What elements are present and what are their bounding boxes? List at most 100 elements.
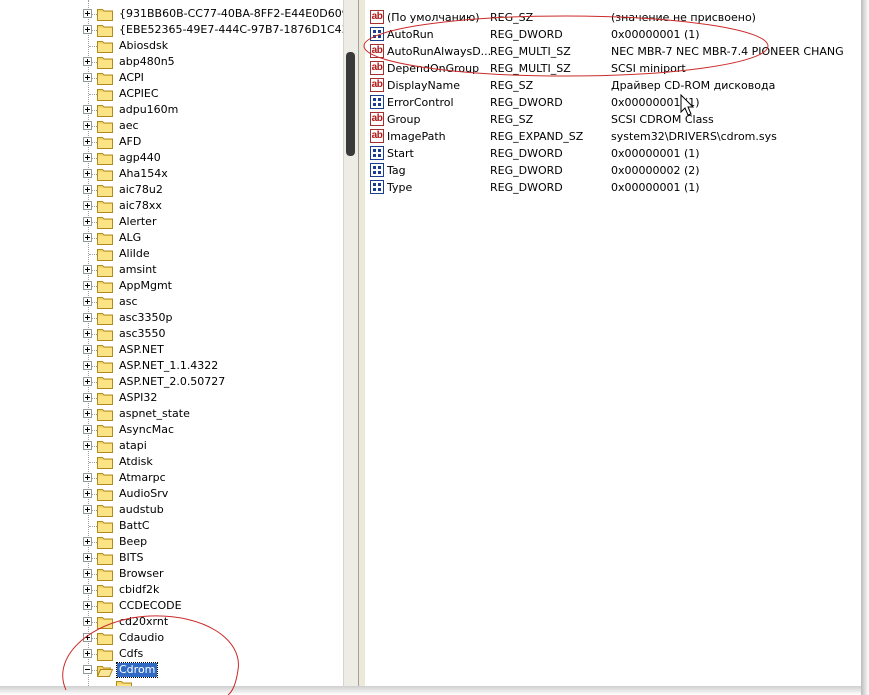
expand-icon[interactable]: [83, 393, 92, 402]
registry-values-list[interactable]: ab (По умолчанию) REG_SZ (значение не присв…: [365, 0, 861, 686]
value-row[interactable]: Tag REG_DWORD 0x00000002 (2): [365, 162, 861, 179]
tree-item[interactable]: AudioSrv: [0, 486, 343, 502]
tree-item-label[interactable]: Cdfs: [117, 647, 145, 661]
tree-item-label[interactable]: ASP.NET_1.1.4322: [117, 359, 220, 373]
expand-icon[interactable]: [83, 345, 92, 354]
value-row[interactable]: Type REG_DWORD 0x00000001 (1): [365, 179, 861, 196]
tree-item[interactable]: ALG: [0, 230, 343, 246]
expand-icon[interactable]: [83, 121, 92, 130]
tree-item[interactable]: {931BB60B-CC77-40BA-8FF2-E44E0D609821}: [0, 6, 343, 22]
tree-item[interactable]: Cdrom: [0, 662, 343, 678]
value-row[interactable]: ab DisplayName REG_SZ Драйвер CD-ROM дисков…: [365, 77, 861, 94]
tree-item-label[interactable]: Atmarpc: [117, 471, 168, 485]
tree-item[interactable]: CCDECODE: [0, 598, 343, 614]
expand-icon[interactable]: [83, 201, 92, 210]
tree-item-label[interactable]: CCDECODE: [117, 599, 184, 613]
tree-item[interactable]: aic78u2: [0, 182, 343, 198]
expand-icon[interactable]: [83, 9, 92, 18]
tree-item[interactable]: aic78xx: [0, 198, 343, 214]
tree-item[interactable]: BITS: [0, 550, 343, 566]
tree-item[interactable]: atapi: [0, 438, 343, 454]
tree-item-label[interactable]: asc: [117, 295, 140, 309]
expand-icon[interactable]: [83, 505, 92, 514]
tree-item[interactable]: amsint: [0, 262, 343, 278]
value-row[interactable]: ab ImagePath REG_EXPAND_SZ system32\DRIVERS…: [365, 128, 861, 145]
tree-item-label[interactable]: asc3550: [117, 327, 168, 341]
tree-item[interactable]: AFD: [0, 134, 343, 150]
tree-item-label[interactable]: aic78xx: [117, 199, 164, 213]
tree-item-label[interactable]: atapi: [117, 439, 149, 453]
tree-item-label[interactable]: BattC: [117, 519, 152, 533]
tree-item-label[interactable]: AsyncMac: [117, 423, 176, 437]
expand-icon[interactable]: [83, 25, 92, 34]
tree-item[interactable]: asc3350p: [0, 310, 343, 326]
tree-item[interactable]: ASP.NET: [0, 342, 343, 358]
tree-item-label[interactable]: BITS: [117, 551, 146, 565]
expand-icon[interactable]: [83, 73, 92, 82]
tree-item-label[interactable]: ACPI: [117, 71, 146, 85]
expand-icon[interactable]: [83, 137, 92, 146]
tree-item[interactable]: ACPI: [0, 70, 343, 86]
value-row[interactable]: ab DependOnGroup REG_MULTI_SZ SCSI miniport: [365, 60, 861, 77]
tree-item-label[interactable]: cbidf2k: [117, 583, 161, 597]
expand-icon[interactable]: [83, 473, 92, 482]
expand-icon[interactable]: [83, 313, 92, 322]
tree-item-label[interactable]: Browser: [117, 567, 166, 581]
expand-icon[interactable]: [83, 297, 92, 306]
tree-item-label[interactable]: {EBE52365-49E7-444C-97B7-1876D1C43E7A}: [117, 23, 343, 37]
tree-item-label[interactable]: AFD: [117, 135, 143, 149]
expand-icon[interactable]: [83, 233, 92, 242]
tree-item[interactable]: AsyncMac: [0, 422, 343, 438]
collapse-icon[interactable]: [83, 665, 92, 674]
tree-item[interactable]: abp480n5: [0, 54, 343, 70]
tree-item-label[interactable]: ALG: [117, 231, 143, 245]
tree-item-label[interactable]: abp480n5: [117, 55, 177, 69]
tree-item-label[interactable]: ASPI32: [117, 391, 159, 405]
tree-item-label[interactable]: adpu160m: [117, 103, 180, 117]
tree-item-label[interactable]: Cdaudio: [117, 631, 166, 645]
tree-item[interactable]: Cdaudio: [0, 630, 343, 646]
tree-item-label[interactable]: ACPIEC: [117, 87, 161, 101]
tree-item-label[interactable]: AudioSrv: [117, 487, 170, 501]
tree-item[interactable]: Atmarpc: [0, 470, 343, 486]
tree-item[interactable]: cbidf2k: [0, 582, 343, 598]
expand-icon[interactable]: [83, 377, 92, 386]
expand-icon[interactable]: [83, 569, 92, 578]
tree-item[interactable]: BattC: [0, 518, 343, 534]
expand-icon[interactable]: [83, 585, 92, 594]
expand-icon[interactable]: [83, 329, 92, 338]
tree-scrollbar-thumb[interactable]: [346, 52, 355, 156]
value-row[interactable]: ab AutoRunAlwaysD... REG_MULTI_SZ NEC MBR-7…: [365, 43, 861, 60]
tree-item-label[interactable]: audstub: [117, 503, 166, 517]
expand-icon[interactable]: [83, 281, 92, 290]
expand-icon[interactable]: [83, 553, 92, 562]
expand-icon[interactable]: [83, 425, 92, 434]
value-row[interactable]: ErrorControl REG_DWORD 0x00000001 (1): [365, 94, 861, 111]
expand-icon[interactable]: [83, 265, 92, 274]
tree-item-label[interactable]: Alerter: [117, 215, 158, 229]
expand-icon[interactable]: [83, 185, 92, 194]
tree-item[interactable]: AppMgmt: [0, 278, 343, 294]
value-row[interactable]: Start REG_DWORD 0x00000001 (1): [365, 145, 861, 162]
tree-item[interactable]: ASP.NET_2.0.50727: [0, 374, 343, 390]
expand-icon[interactable]: [83, 105, 92, 114]
expand-icon[interactable]: [83, 649, 92, 658]
registry-key-tree[interactable]: {931BB60B-CC77-40BA-8FF2-E44E0D609821} {E…: [0, 0, 343, 686]
tree-item-label[interactable]: AppMgmt: [117, 279, 174, 293]
tree-item[interactable]: Atdisk: [0, 454, 343, 470]
tree-item-label[interactable]: cd20xrnt: [117, 615, 170, 629]
tree-item-label[interactable]: ASP.NET: [117, 343, 166, 357]
expand-icon[interactable]: [83, 441, 92, 450]
tree-item-label[interactable]: aec: [117, 119, 141, 133]
tree-item[interactable]: asc3550: [0, 326, 343, 342]
tree-item-label[interactable]: aic78u2: [117, 183, 165, 197]
tree-item-label[interactable]: Aha154x: [117, 167, 170, 181]
tree-item[interactable]: ASPI32: [0, 390, 343, 406]
expand-icon[interactable]: [83, 617, 92, 626]
tree-item[interactable]: ASP.NET_1.1.4322: [0, 358, 343, 374]
tree-item[interactable]: {EBE52365-49E7-444C-97B7-1876D1C43E7A}: [0, 22, 343, 38]
tree-item[interactable]: agp440: [0, 150, 343, 166]
expand-icon[interactable]: [83, 633, 92, 642]
tree-item[interactable]: asc: [0, 294, 343, 310]
expand-icon[interactable]: [83, 361, 92, 370]
